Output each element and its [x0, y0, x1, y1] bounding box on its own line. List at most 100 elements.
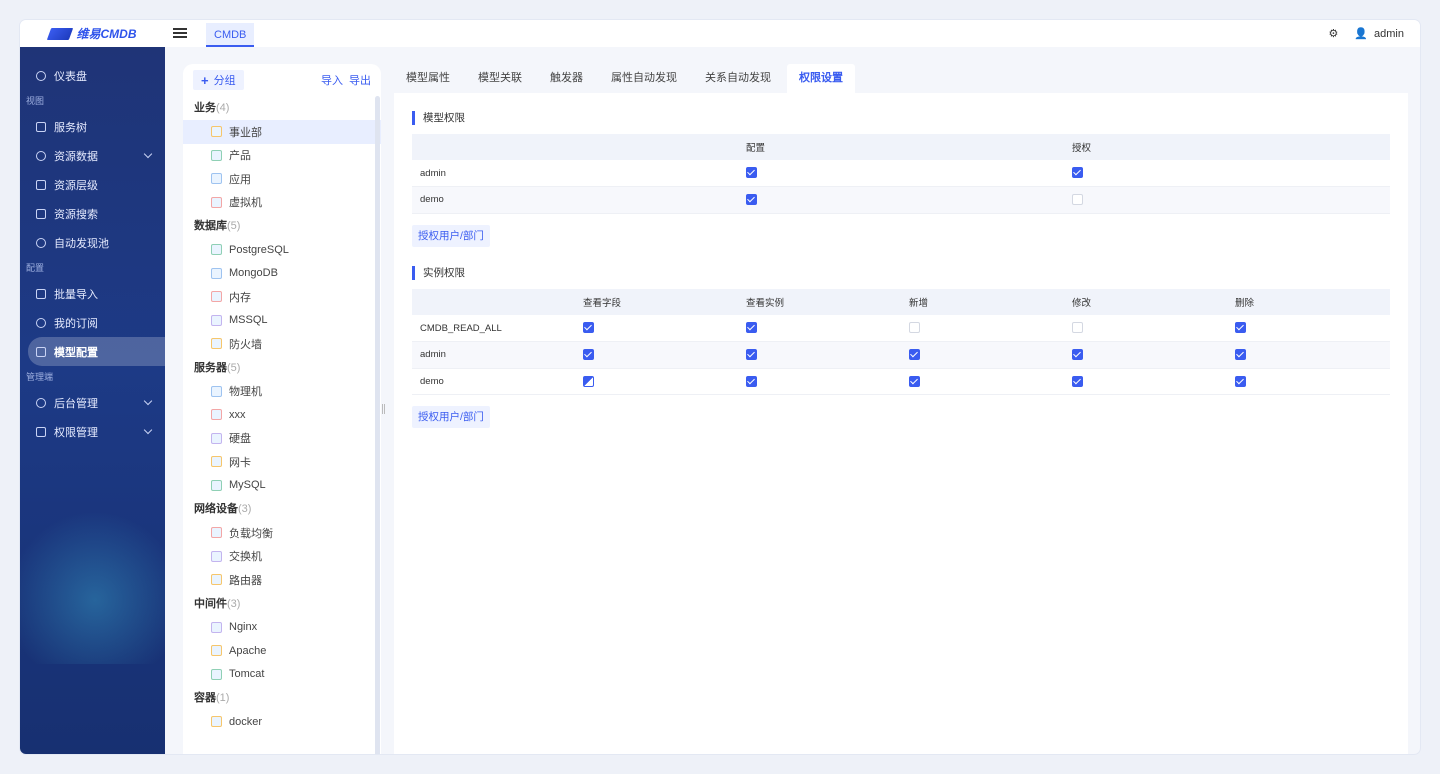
tree-group-count: (5)	[227, 220, 241, 232]
settings-icon[interactable]: ⚙	[1328, 27, 1338, 40]
tree-group[interactable]: 中间件(3)	[183, 592, 381, 616]
permission-checkbox[interactable]	[583, 349, 594, 361]
permission-checkbox[interactable]	[746, 322, 757, 334]
tree-item[interactable]: 物理机	[183, 380, 381, 404]
tree-group[interactable]: 业务(4)	[183, 96, 381, 120]
sidebar-item[interactable]: 批量导入	[20, 279, 165, 308]
sidebar-item[interactable]: 模型配置	[28, 337, 165, 366]
sidebar-item[interactable]: 自动发现池	[20, 228, 165, 257]
tree-item[interactable]: Apache	[183, 639, 381, 663]
chevron-down-icon[interactable]	[143, 396, 153, 406]
tree-item[interactable]: MongoDB	[183, 262, 381, 286]
tab-item[interactable]: 模型属性	[394, 64, 462, 93]
table-row: admin	[412, 160, 1390, 187]
panel-resize-handle[interactable]	[382, 404, 385, 414]
permission-checkbox[interactable]	[909, 375, 920, 387]
tree-item[interactable]: 网卡	[183, 450, 381, 474]
tree-item[interactable]: 路由器	[183, 568, 381, 592]
tab-item[interactable]: 权限设置	[787, 64, 855, 93]
tree-item[interactable]: Nginx	[183, 616, 381, 640]
tree-group[interactable]: 容器(1)	[183, 686, 381, 710]
tree-item[interactable]: Tomcat	[183, 663, 381, 687]
tab-item[interactable]: 关系自动发现	[693, 64, 783, 93]
tree-item[interactable]: 虚拟机	[183, 191, 381, 215]
model-perm-table: 配置 授权 admin demo	[412, 134, 1390, 214]
sidebar-nav: 仪表盘 视图 服务树 资源数据 资源层级 资源搜索 自动发现池 配置 批量导入 我的订阅 模型配置管…	[20, 47, 165, 446]
menu-collapse-icon[interactable]	[173, 26, 187, 40]
permission-checkbox[interactable]	[583, 322, 594, 334]
sidebar-item-label: 模型配置	[54, 346, 98, 359]
tab-item[interactable]: 触发器	[538, 64, 595, 93]
tree-item[interactable]: docker	[183, 710, 381, 734]
permission-checkbox[interactable]	[746, 194, 757, 206]
permission-checkbox[interactable]	[909, 349, 920, 361]
tree-group[interactable]: 网络设备(3)	[183, 497, 381, 521]
top-bar: 维易CMDB CMDB ⚙ 👤 admin	[20, 20, 1420, 47]
app-logo[interactable]: 维易CMDB	[20, 20, 165, 47]
tree-group[interactable]: 数据库(5)	[183, 214, 381, 238]
add-group-button[interactable]: + 分组	[193, 70, 244, 90]
model-grant-button[interactable]: 授权用户/部门	[412, 225, 490, 247]
user-name: admin	[1374, 27, 1404, 40]
sidebar-item[interactable]: 资源数据	[20, 141, 165, 170]
sidebar-item-label: 批量导入	[54, 288, 98, 301]
permission-checkbox[interactable]	[1072, 167, 1083, 179]
sidebar-item[interactable]: 资源层级	[20, 170, 165, 199]
tree-scrollbar[interactable]	[375, 96, 380, 754]
sidebar-item[interactable]: 后台管理	[20, 388, 165, 417]
instance-perm-title: 实例权限	[412, 266, 465, 280]
tree-item[interactable]: 内存	[183, 285, 381, 309]
permission-checkbox[interactable]	[1235, 322, 1246, 334]
tree-item[interactable]: 事业部	[183, 120, 381, 144]
row-name: demo	[412, 186, 738, 214]
chevron-down-icon[interactable]	[143, 149, 153, 159]
permission-checkbox[interactable]	[583, 375, 594, 387]
permission-checkbox[interactable]	[1072, 349, 1083, 361]
sidebar-item[interactable]: 服务树	[20, 112, 165, 141]
sidebar-group-label: 视图	[26, 96, 45, 106]
permission-checkbox[interactable]	[1072, 322, 1083, 334]
tree-item[interactable]: 交换机	[183, 545, 381, 569]
table-row: demo	[412, 186, 1390, 214]
permission-checkbox[interactable]	[1235, 375, 1246, 387]
tree-item[interactable]: MSSQL	[183, 309, 381, 333]
permission-checkbox[interactable]	[909, 322, 920, 334]
sidebar-item[interactable]: 仪表盘	[20, 61, 165, 90]
plus-icon: +	[201, 72, 209, 88]
sidebar-item-label: 资源数据	[54, 150, 98, 163]
tab-item[interactable]: 模型关联	[466, 64, 534, 93]
tree-group[interactable]: 服务器(5)	[183, 356, 381, 380]
user-menu[interactable]: 👤 admin	[1354, 27, 1404, 41]
tree-item[interactable]: 负载均衡	[183, 521, 381, 545]
table-row: CMDB_READ_ALL	[412, 315, 1390, 342]
sidebar-item[interactable]: 我的订阅	[20, 308, 165, 337]
tree-item[interactable]: xxx	[183, 403, 381, 427]
tab-item[interactable]: 属性自动发现	[599, 64, 689, 93]
chevron-down-icon[interactable]	[143, 425, 153, 435]
top-tab-cmdb[interactable]: CMDB	[206, 23, 255, 47]
sidebar-item[interactable]: 权限管理	[20, 417, 165, 446]
layers-icon	[36, 179, 46, 190]
logo-text: 维易CMDB	[76, 27, 137, 41]
tree-header: + 分组 导入 导出	[183, 64, 381, 96]
permission-checkbox[interactable]	[746, 349, 757, 361]
tree-item[interactable]: 防火墙	[183, 332, 381, 356]
tree-item[interactable]: PostgreSQL	[183, 238, 381, 262]
permission-checkbox[interactable]	[746, 375, 757, 387]
tree-item[interactable]: 应用	[183, 167, 381, 191]
sidebar-item[interactable]: 资源搜索	[20, 199, 165, 228]
model-icon	[211, 291, 222, 303]
permission-checkbox[interactable]	[1235, 349, 1246, 361]
tree-group-name: 中间件	[194, 597, 227, 610]
import-link[interactable]: 导入	[321, 72, 343, 88]
tree-item[interactable]: 产品	[183, 144, 381, 168]
permission-checkbox[interactable]	[746, 167, 757, 179]
tree-item[interactable]: 硬盘	[183, 427, 381, 451]
permission-checkbox[interactable]	[1072, 375, 1083, 387]
instance-grant-button[interactable]: 授权用户/部门	[412, 406, 490, 428]
export-link[interactable]: 导出	[349, 72, 371, 88]
permission-checkbox[interactable]	[1072, 194, 1083, 206]
tree-item-label: MSSQL	[229, 314, 268, 327]
tree-item[interactable]: MySQL	[183, 474, 381, 498]
tree-group-count: (3)	[238, 503, 252, 515]
